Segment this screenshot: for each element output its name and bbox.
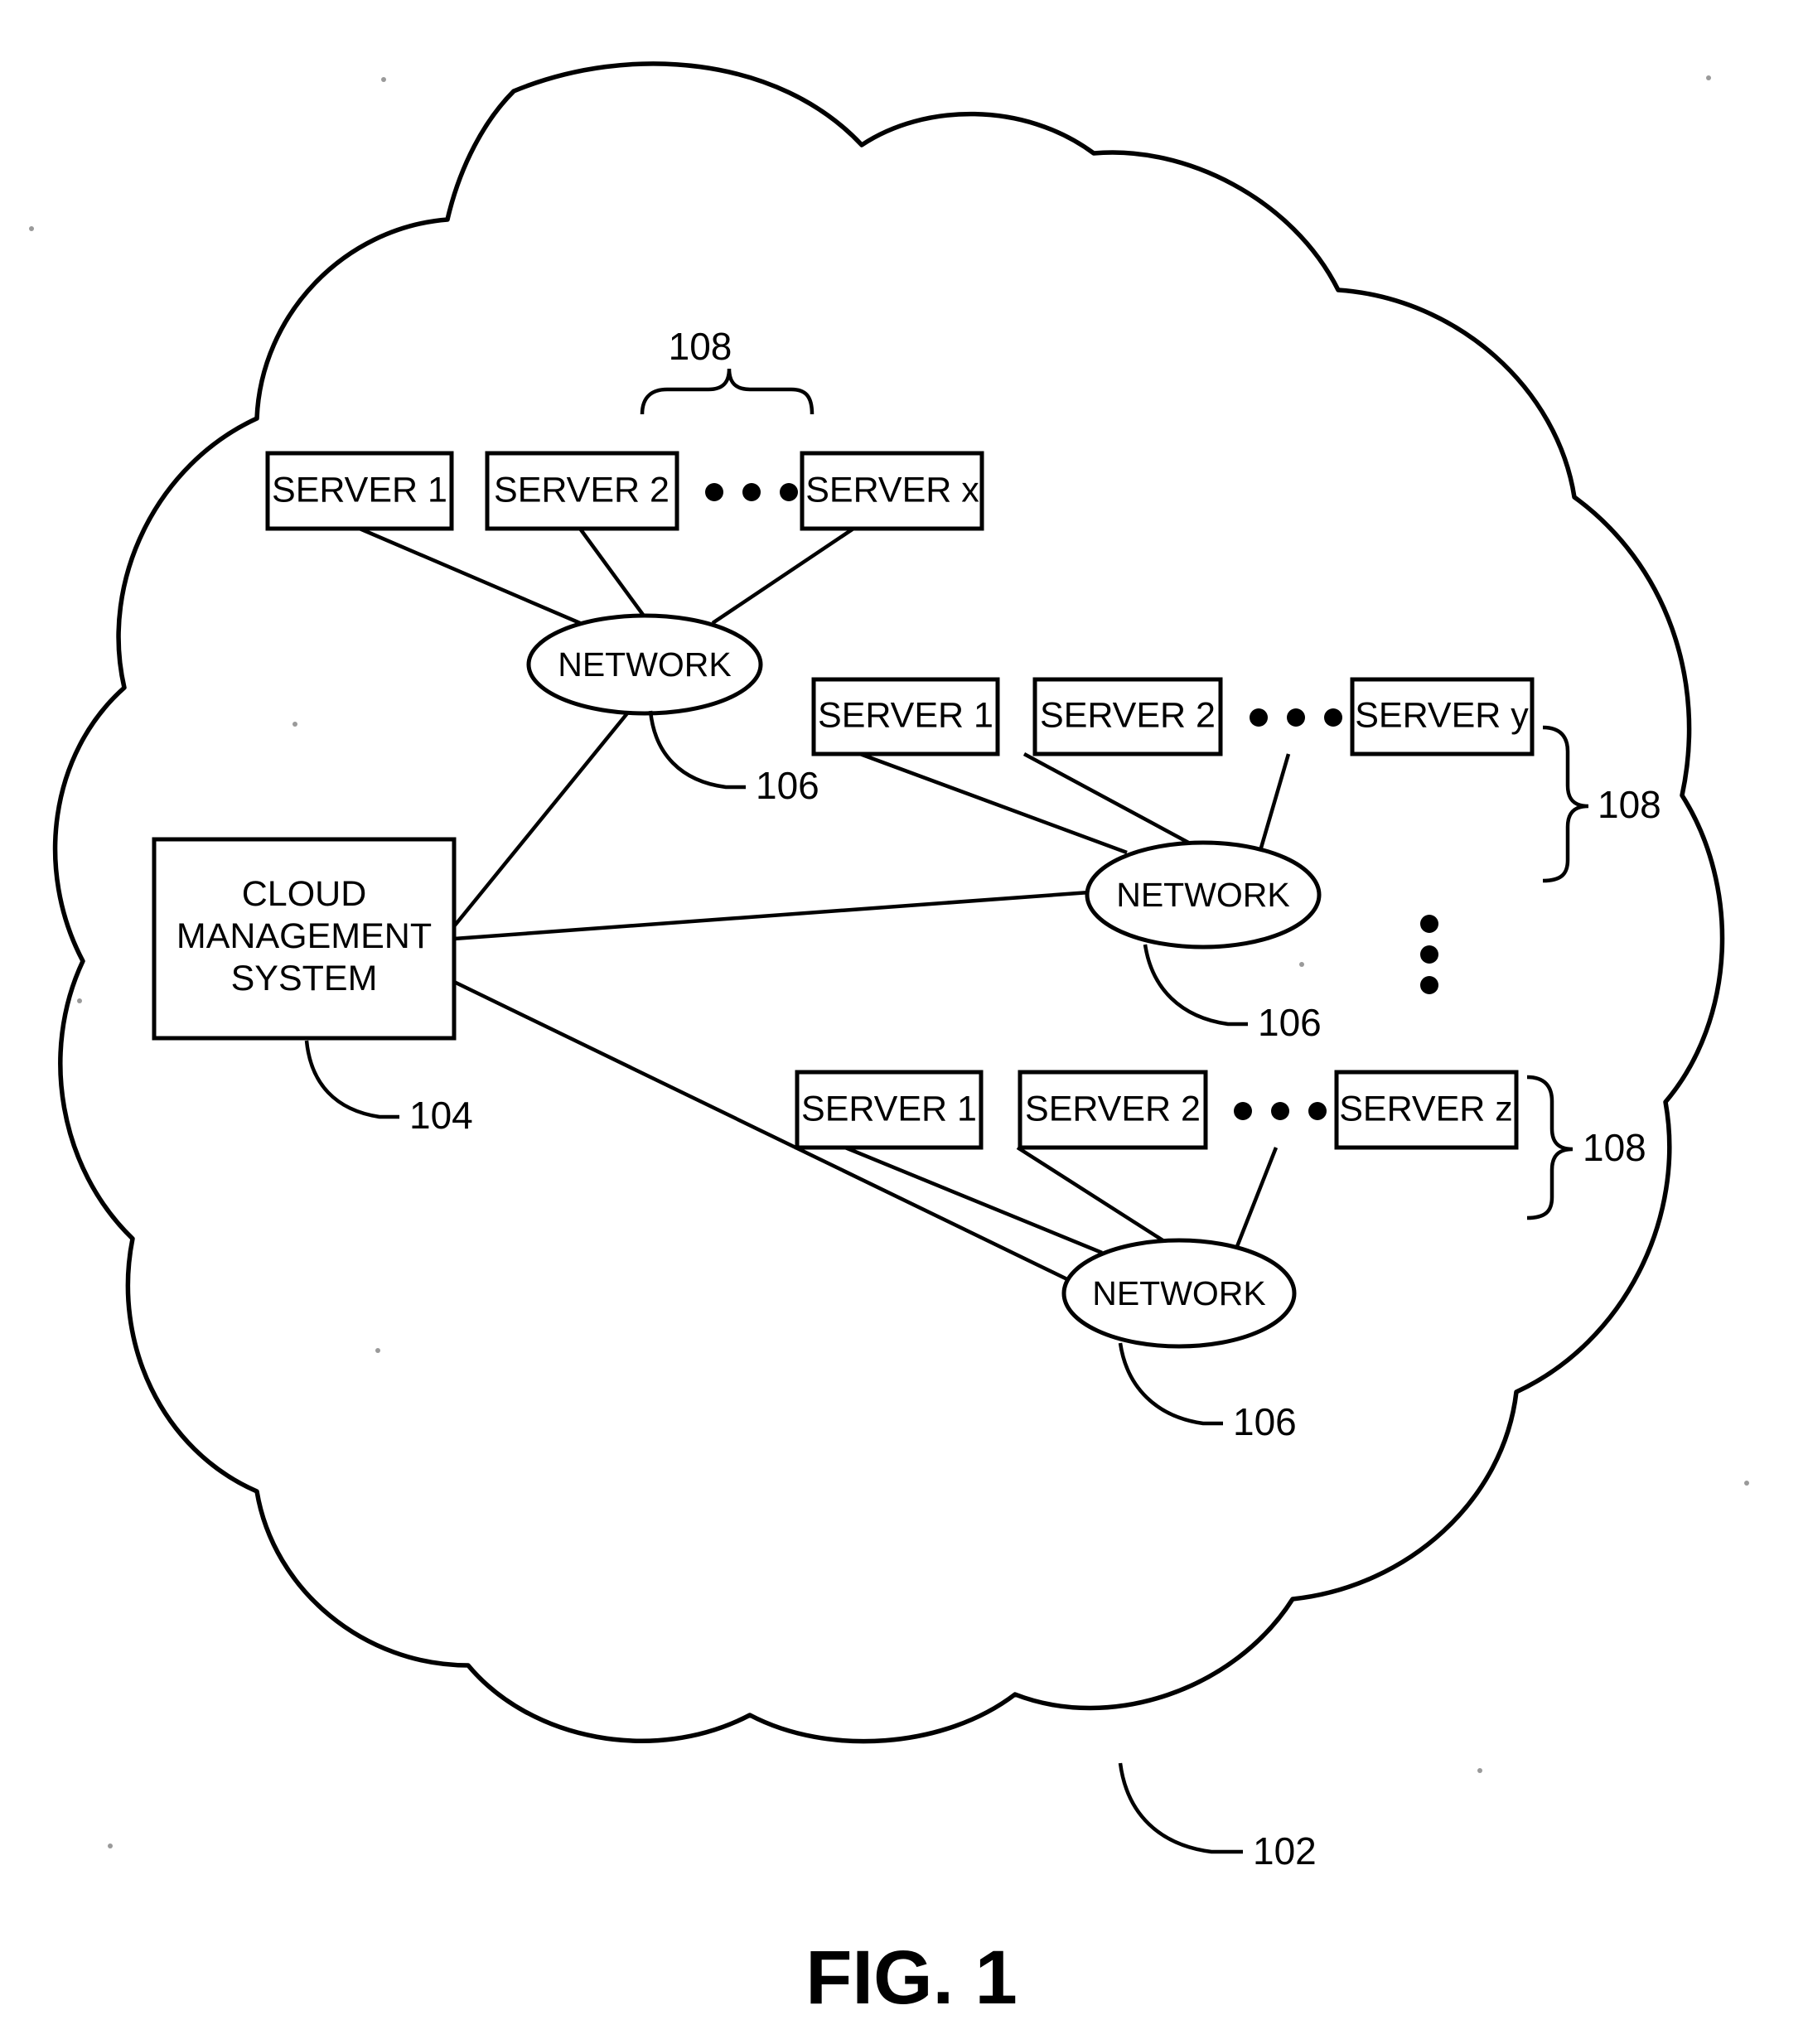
figure-canvas: 102 108 SERVER 1 SERVER 2 SERVER x NETWO… xyxy=(29,61,1749,2020)
link-top-server2-network xyxy=(578,527,647,620)
network-top-reference-label: 106 xyxy=(756,764,819,807)
ellipsis-top-group xyxy=(705,483,798,501)
server-box-bot-z-label: SERVER z xyxy=(1339,1089,1513,1128)
figure-caption: FIG. 1 xyxy=(805,1935,1018,2020)
network-ellipse-top-label: NETWORK xyxy=(558,645,732,684)
link-cms-top-network xyxy=(452,712,629,928)
cloud-reference-leader xyxy=(1118,1762,1243,1854)
link-bot-serverz-network xyxy=(1232,1147,1279,1254)
server-box-mid-2-label: SERVER 2 xyxy=(1040,695,1216,735)
link-bot-server1-network xyxy=(844,1145,1103,1255)
server-box-top-x-label: SERVER x xyxy=(805,470,979,510)
cloud-management-system-line2: MANAGEMENT xyxy=(176,916,432,956)
group-top-brace xyxy=(640,368,815,415)
ellipsis-mid-group xyxy=(1250,708,1342,727)
group-mid-brace xyxy=(1542,725,1589,883)
cloud-reference-label: 102 xyxy=(1253,1829,1317,1872)
patent-figure-1: 102 108 SERVER 1 SERVER 2 SERVER x NETWO… xyxy=(0,0,1808,2044)
cms-reference-label: 104 xyxy=(409,1094,473,1137)
group-bot-brace xyxy=(1526,1075,1574,1220)
link-top-server1-network xyxy=(359,526,581,626)
cloud-management-system-line1: CLOUD xyxy=(242,874,367,914)
network-mid-reference-label: 106 xyxy=(1258,1001,1322,1044)
cms-reference-leader xyxy=(304,1040,399,1119)
link-cms-middle-network xyxy=(453,890,1090,941)
network-ellipse-bot-label: NETWORK xyxy=(1092,1274,1266,1312)
network-bot-reference-label: 106 xyxy=(1233,1400,1297,1443)
cloud-management-system-line3: SYSTEM xyxy=(231,959,378,998)
network-top-reference-leader xyxy=(648,710,746,790)
network-ellipse-mid-label: NETWORK xyxy=(1116,876,1290,914)
server-box-mid-1-label: SERVER 1 xyxy=(818,695,993,735)
group-bot-reference-label: 108 xyxy=(1583,1126,1646,1169)
group-top-reference-label: 108 xyxy=(669,325,732,368)
link-mid-server1-network xyxy=(859,751,1128,855)
link-mid-server2-network xyxy=(1022,752,1195,847)
server-box-top-1-label: SERVER 1 xyxy=(272,470,447,510)
server-box-top-2-label: SERVER 2 xyxy=(494,470,670,510)
server-box-bot-1-label: SERVER 1 xyxy=(801,1089,977,1128)
link-mid-servery-network xyxy=(1257,753,1291,854)
server-box-bot-2-label: SERVER 2 xyxy=(1025,1089,1201,1128)
group-mid-reference-label: 108 xyxy=(1598,783,1661,826)
network-bot-reference-leader xyxy=(1118,1342,1223,1426)
vertical-ellipsis-more-groups xyxy=(1420,915,1438,994)
ellipsis-bot-group xyxy=(1234,1102,1327,1120)
link-top-serverx-network xyxy=(711,527,855,625)
network-mid-reference-leader xyxy=(1143,944,1248,1027)
server-box-mid-y-label: SERVER y xyxy=(1355,695,1529,735)
